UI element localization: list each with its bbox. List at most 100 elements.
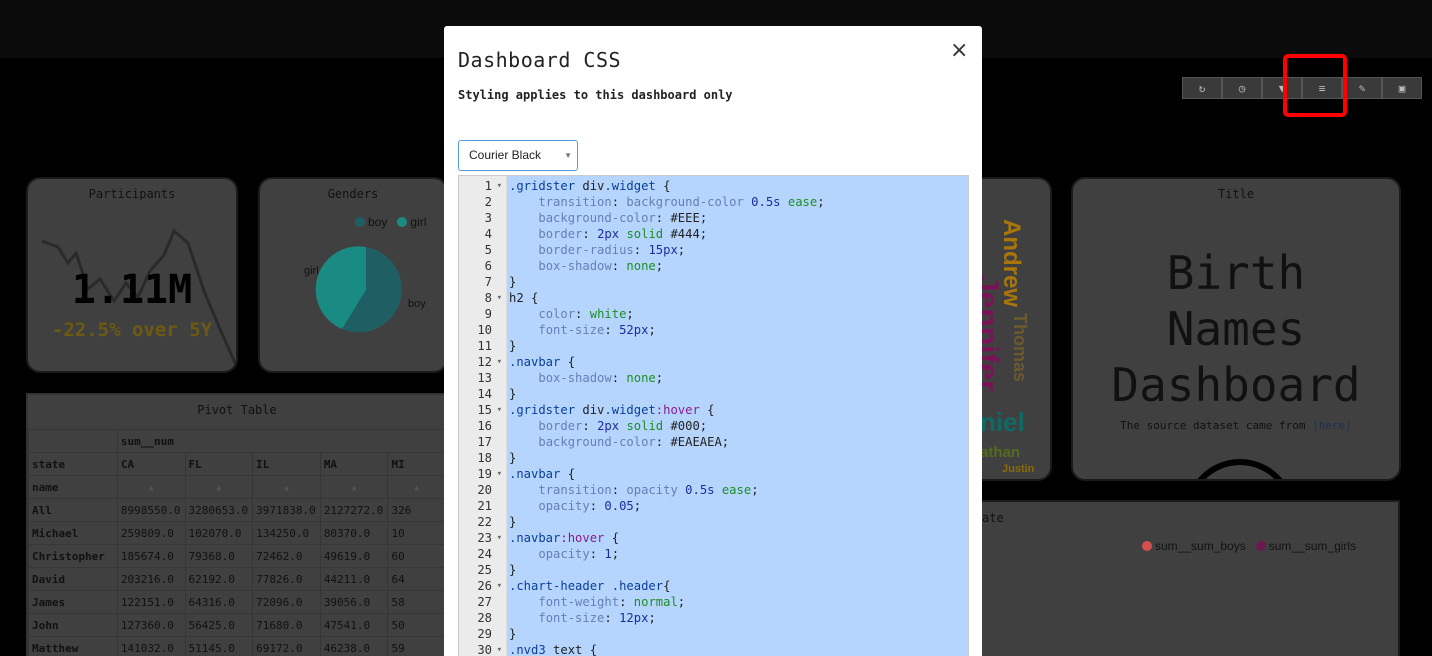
pivot-table: sum__num state CA FL IL MA MI name ▲ ▲ ▲ ▲ ▲ All 89… xyxy=(28,429,446,656)
legend-label: sum__sum_boys xyxy=(1155,539,1246,553)
code-token: } xyxy=(509,275,517,289)
code-token: .widget xyxy=(604,403,656,417)
word: Thomas xyxy=(1010,313,1030,382)
code-line: .navbar:hover { xyxy=(507,530,619,546)
line-number: 23 ▾ xyxy=(459,530,507,546)
sort-icon[interactable]: ▲ xyxy=(319,475,389,499)
code-token: :hover xyxy=(560,531,605,545)
pie-label-girl: girl xyxy=(304,265,319,277)
code-line: h2 { xyxy=(507,290,538,306)
code-token: : xyxy=(611,483,627,497)
table-row: David 203216.0 62192.0 77826.0 44211.0 64 xyxy=(28,567,446,591)
code-token: } xyxy=(509,563,517,577)
line-number: 15 ▾ xyxy=(459,402,507,418)
editor-gutter: 1 ▾ 2 3 4 5 6 7 8 ▾ 9 10 11 12 ▾ 13 14 15 ▾ 16 17 18 19 ▾ 20 21 22… xyxy=(459,176,507,656)
code-line: .gridster div.widget:hover { xyxy=(507,402,714,418)
fold-icon[interactable]: ▾ xyxy=(497,290,502,306)
pivot-state-header[interactable]: IL xyxy=(252,452,321,476)
fold-icon[interactable]: ▾ xyxy=(497,402,502,418)
css-code-editor[interactable]: 1 ▾ 2 3 4 5 6 7 8 ▾ 9 10 11 12 ▾ 13 14 15 ▾ 16 17 18 19 ▾ 20 21 22… xyxy=(458,175,969,656)
word-cloud-widget: Andrew Jennifer Thomas niel athan Justin xyxy=(982,177,1052,481)
code-token: 15px xyxy=(648,243,678,257)
legend-item-girls[interactable]: sum__sum_girls xyxy=(1255,539,1356,553)
code-token: } xyxy=(509,387,517,401)
code-token: div xyxy=(582,179,605,193)
code-line: border: 2px solid #000; xyxy=(507,418,707,434)
save-button[interactable]: ▣ xyxy=(1382,77,1422,99)
modal-title: Dashboard CSS xyxy=(458,48,622,72)
source-link[interactable]: [here] xyxy=(1312,419,1352,432)
line-number-text: 4 xyxy=(484,227,492,241)
fold-icon[interactable]: ▾ xyxy=(497,530,502,546)
pivot-state-header[interactable]: MA xyxy=(319,452,389,476)
fold-icon[interactable]: ▾ xyxy=(497,354,502,370)
css-template-select[interactable]: Courier Black ▼ xyxy=(458,140,578,171)
code-token: .nvd3 xyxy=(509,643,554,656)
editor-code-area[interactable]: .gridster div.widget { transition: backg… xyxy=(507,176,968,656)
code-token: } xyxy=(509,451,517,465)
code-token: .navbar xyxy=(509,355,561,369)
code-line: } xyxy=(507,386,516,402)
sort-icon[interactable]: ▲ xyxy=(184,475,254,499)
code-line: font-size: 12px; xyxy=(507,610,655,626)
word: niel xyxy=(982,407,1025,437)
code-token: : #EAEAEA; xyxy=(655,435,730,449)
pivot-metric-header: sum__num xyxy=(116,429,446,453)
code-token: .navbar xyxy=(509,531,561,545)
line-number: 19 ▾ xyxy=(459,466,507,482)
code-token: : xyxy=(575,307,590,321)
line-number: 18 xyxy=(459,450,507,466)
fold-icon[interactable]: ▾ xyxy=(497,466,502,482)
legend-item-boys[interactable]: sum__sum_boys xyxy=(1142,539,1246,553)
code-line: background-color: #EAEAEA; xyxy=(507,434,729,450)
code-token: .chart-header xyxy=(509,579,612,593)
line-number: 5 xyxy=(459,242,507,258)
fold-icon[interactable]: ▾ xyxy=(497,642,502,656)
pivot-cell: 64316.0 xyxy=(184,590,254,614)
code-token: none xyxy=(626,371,656,385)
line-number: 7 xyxy=(459,274,507,290)
table-row: Michael 259809.0 102070.0 134250.0 80370.0 10 xyxy=(28,521,446,545)
line-number-text: 5 xyxy=(484,243,492,257)
fold-icon[interactable]: ▾ xyxy=(497,178,502,194)
code-line: box-shadow: none; xyxy=(507,370,663,386)
code-token: : xyxy=(582,227,598,241)
code-token: ; xyxy=(648,323,656,337)
code-token: ; xyxy=(677,595,686,609)
fold-icon[interactable]: ▾ xyxy=(497,578,502,594)
refresh-interval-button[interactable]: ◷ xyxy=(1222,77,1262,99)
edit-button[interactable]: ✎ xyxy=(1342,77,1382,99)
code-token: ; xyxy=(817,195,825,209)
line-number-text: 6 xyxy=(484,259,492,273)
sort-icon[interactable]: ▲ xyxy=(387,475,446,499)
genders-pie: girl boy xyxy=(304,246,426,333)
line-number-text: 15 xyxy=(477,403,492,417)
code-token: : xyxy=(611,195,627,209)
table-row: state CA FL IL MA MI xyxy=(28,452,446,476)
close-icon[interactable]: × xyxy=(950,38,968,63)
pivot-state-header[interactable]: CA xyxy=(116,452,186,476)
code-token: 12px xyxy=(619,611,649,625)
code-token: opacity xyxy=(626,483,678,497)
pivot-state-header[interactable]: FL xyxy=(184,452,254,476)
table-row: John 127360.0 56425.0 71680.0 47541.0 50 xyxy=(28,613,446,637)
code-token: } xyxy=(509,339,517,353)
code-token: ease xyxy=(721,483,752,497)
heading-line: Dashboard xyxy=(1111,358,1361,412)
pivot-cell: 2127272.0 xyxy=(319,498,389,522)
line-number: 21 xyxy=(459,498,507,514)
pivot-table-widget: Pivot Table sum__num state CA FL IL MA MI nam… xyxy=(26,393,448,656)
pivot-cell: 69172.0 xyxy=(252,636,321,656)
line-number: 17 xyxy=(459,434,507,450)
code-token: #EEE xyxy=(670,211,700,225)
sort-icon[interactable]: ▲ xyxy=(116,475,186,499)
line-number-text: 28 xyxy=(477,611,492,625)
table-row: All 8998550.0 3280653.0 3971838.0 2127272.0 3… xyxy=(28,498,446,522)
pivot-state-header[interactable]: MI xyxy=(387,452,446,476)
sort-icon[interactable]: ▲ xyxy=(252,475,321,499)
pivot-cell: 8998550.0 xyxy=(116,498,186,522)
refresh-button[interactable]: ↻ xyxy=(1182,77,1222,99)
